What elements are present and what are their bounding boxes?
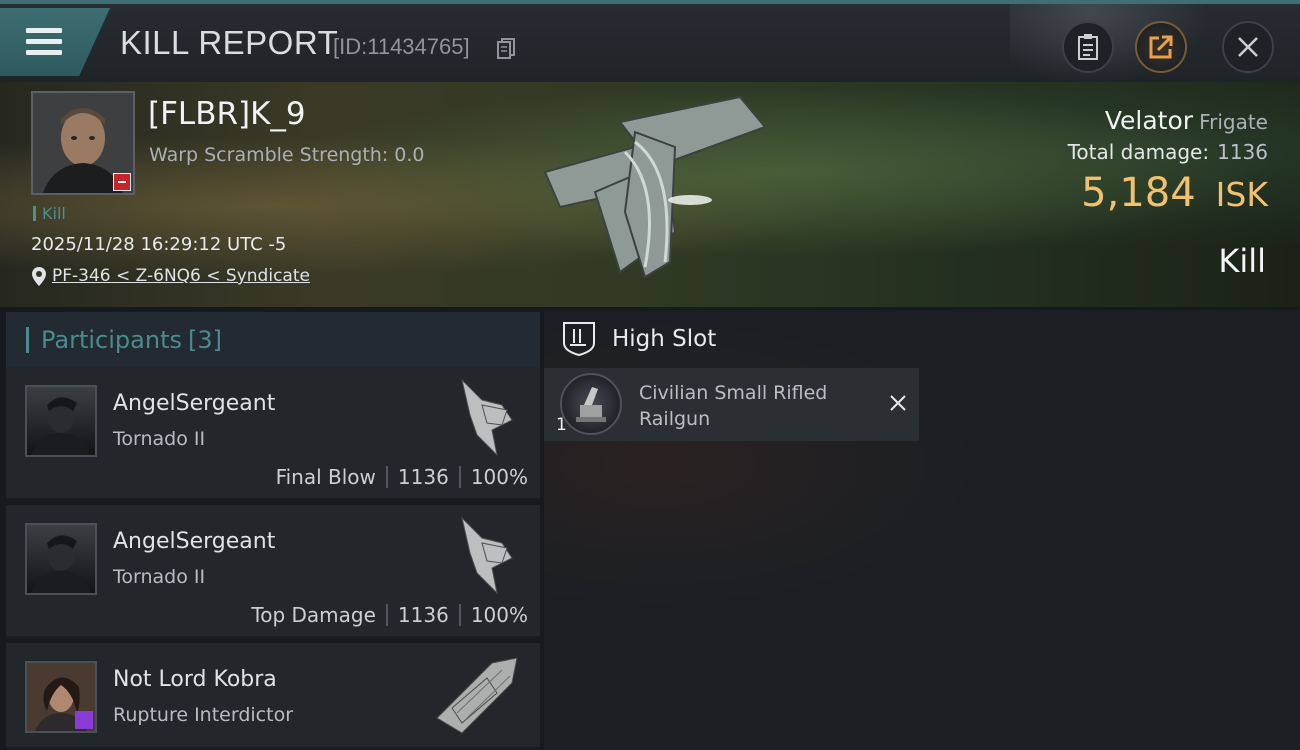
participant-card[interactable]: AngelSergeant Tornado II Final Blow 1136 1…: [6, 367, 540, 501]
victim-ship-image: [543, 95, 767, 279]
isk-unit: ISK: [1215, 175, 1268, 214]
victim-name[interactable]: [FLBR]K_9: [148, 96, 306, 132]
participant-avatar: [25, 385, 97, 457]
participant-stats: Top Damage 1136 100%: [251, 603, 528, 627]
railgun-icon: [560, 373, 622, 435]
participant-avatar: [25, 661, 97, 733]
participant-card[interactable]: AngelSergeant Tornado II Top Damage 1136 1…: [6, 505, 540, 639]
kill-tag: Kill: [33, 204, 66, 223]
ship-class: Frigate: [1199, 110, 1268, 134]
total-damage: Total damage: 1136: [1068, 140, 1268, 164]
victim-banner: [FLBR]K_9 Warp Scramble Strength: 0.0 Ki…: [0, 82, 1300, 307]
participant-avatar: [25, 523, 97, 595]
participant-name[interactable]: AngelSergeant: [113, 391, 275, 416]
participants-panel: Participants [3] AngelSergeant Tornado II…: [6, 312, 540, 750]
participant-ship: Tornado II: [113, 566, 206, 588]
silhouette-image: [31, 397, 91, 455]
isk-value: 5,184 ISK: [1081, 170, 1268, 216]
silhouette-image: [31, 535, 91, 593]
victim-portrait[interactable]: [31, 91, 135, 195]
location-link[interactable]: PF-346 < Z-6NQ6 < Syndicate: [52, 266, 310, 286]
participant-damage: 1136: [397, 465, 449, 489]
report-id: [ID:11434765]: [333, 34, 470, 59]
high-slot-label: High Slot: [612, 326, 717, 352]
participants-label: Participants: [41, 325, 182, 354]
participant-ship-thumbnail: [436, 657, 518, 734]
participant-card[interactable]: Not Lord Kobra Rupture Interdictor: [6, 643, 540, 750]
participant-role: Final Blow: [275, 465, 376, 489]
total-damage-label: Total damage:: [1067, 140, 1210, 164]
close-icon: [1238, 37, 1258, 57]
total-damage-value: 1136: [1217, 140, 1268, 164]
participant-name[interactable]: Not Lord Kobra: [113, 667, 277, 692]
participant-ship: Rupture Interdictor: [113, 704, 293, 726]
report-result: Kill: [1218, 242, 1266, 280]
hostile-badge: [113, 173, 131, 191]
participant-damage: 1136: [397, 603, 449, 627]
participant-percent: 100%: [470, 603, 528, 627]
participants-header: Participants [3]: [6, 312, 540, 367]
fitting-panel: High Slot 1 Civilian Small Rifled Railgu…: [544, 310, 1300, 750]
module-quantity: 1: [556, 415, 567, 435]
participant-ship: Tornado II: [113, 428, 206, 450]
kill-datetime: 2025/11/28 16:29:12 UTC -5: [31, 234, 287, 255]
high-slot-header: High Slot: [544, 310, 1300, 368]
clipboard-icon: [1078, 34, 1098, 60]
copy-icon[interactable]: [497, 38, 515, 60]
participant-role: Top Damage: [251, 603, 376, 627]
fitted-module[interactable]: 1 Civilian Small Rifled Railgun: [544, 368, 919, 441]
victim-ship[interactable]: Velator Frigate: [1105, 106, 1268, 135]
participant-stats: Final Blow 1136 100%: [276, 465, 528, 489]
module-name: Civilian Small Rifled Railgun: [639, 382, 828, 430]
isk-amount: 5,184: [1081, 170, 1196, 216]
share-button[interactable]: [1135, 21, 1187, 73]
participants-count: [3]: [187, 325, 222, 354]
participant-name[interactable]: AngelSergeant: [113, 529, 275, 554]
kill-location[interactable]: PF-346 < Z-6NQ6 < Syndicate: [32, 266, 310, 286]
menu-button[interactable]: [0, 8, 110, 76]
title-bar: KILL REPORT [ID:11434765]: [0, 0, 1300, 84]
ship-type-name: Velator: [1104, 106, 1194, 135]
page-title: KILL REPORT: [120, 24, 339, 61]
location-pin-icon: [32, 266, 46, 286]
close-button[interactable]: [1222, 21, 1274, 73]
participant-percent: 100%: [470, 465, 528, 489]
participant-ship-thumbnail: [461, 516, 513, 595]
warp-scramble-strength: Warp Scramble Strength: 0.0: [149, 144, 425, 166]
share-icon: [1149, 35, 1173, 59]
corp-badge: [75, 711, 93, 729]
menu-icon: [26, 28, 62, 61]
participant-ship-thumbnail: [461, 378, 513, 457]
railgun-image: [576, 387, 606, 422]
remove-icon: [890, 395, 906, 411]
clipboard-button[interactable]: [1062, 21, 1114, 73]
high-slot-icon: [563, 322, 595, 357]
